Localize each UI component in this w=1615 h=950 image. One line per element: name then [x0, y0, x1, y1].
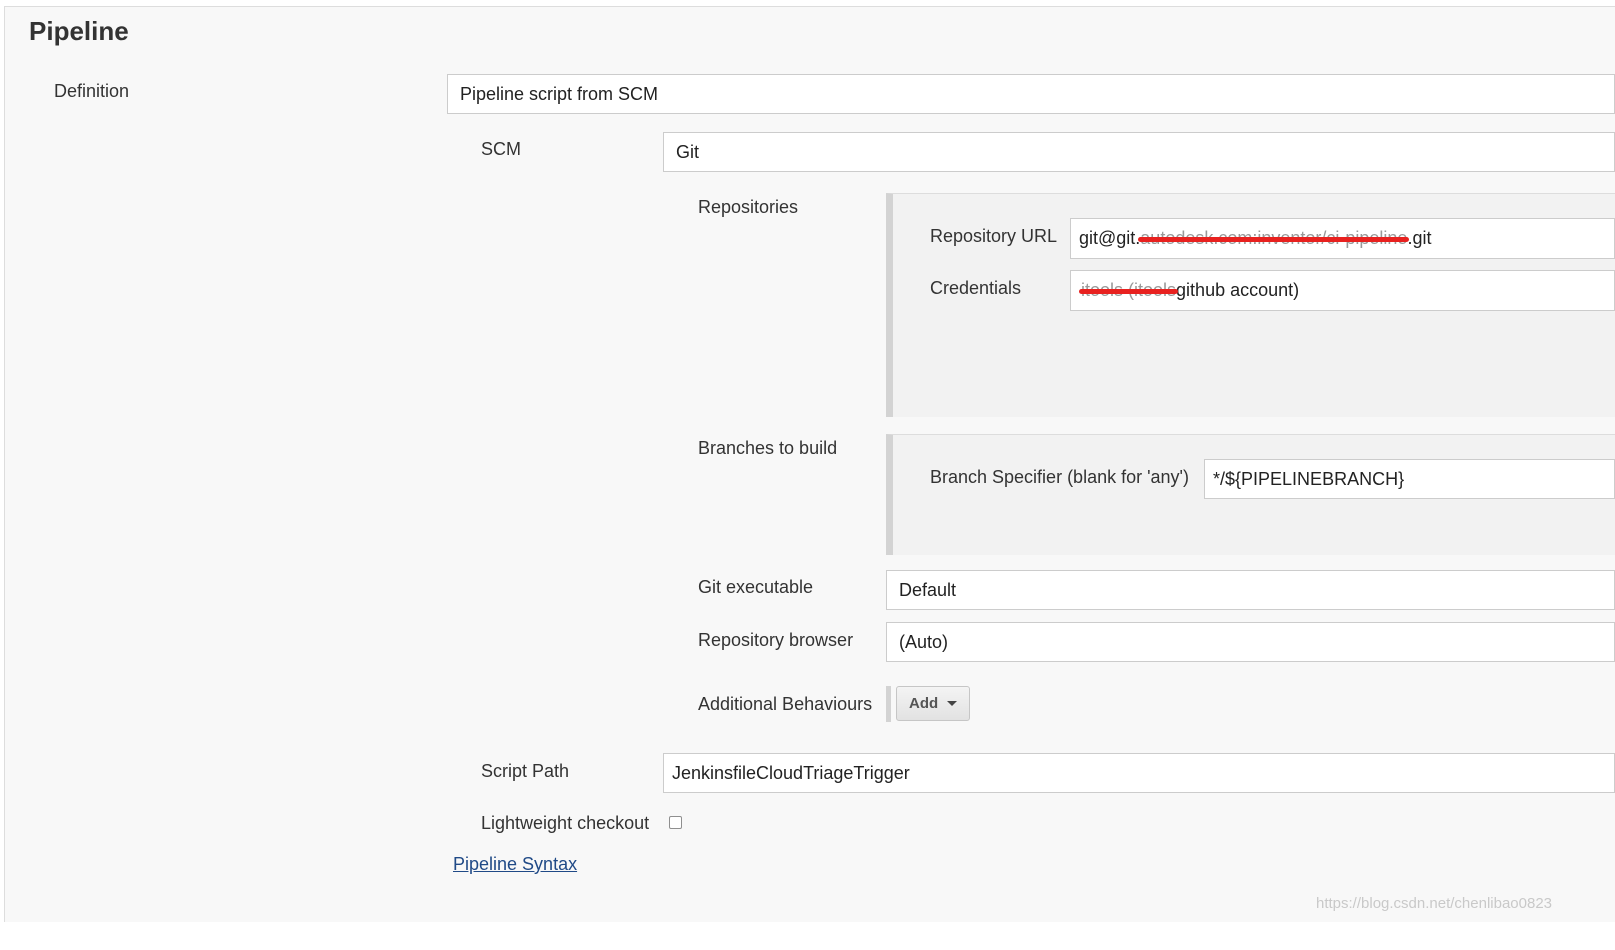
git-executable-select[interactable]: Default: [886, 570, 1615, 610]
repository-browser-select[interactable]: (Auto): [886, 622, 1615, 662]
additional-behaviours-label: Additional Behaviours: [698, 694, 873, 714]
page: Pipeline Definition Pipeline script from…: [0, 0, 1615, 950]
repository-url-label: Repository URL: [930, 226, 1058, 246]
add-button-label: Add: [909, 695, 939, 712]
scm-label: SCM: [481, 139, 521, 159]
definition-value: Pipeline script from SCM: [460, 83, 659, 104]
branches-label: Branches to build: [698, 438, 838, 458]
branch-specifier-label: Branch Specifier (blank for 'any'): [930, 467, 1189, 487]
branch-specifier-value: */${PIPELINEBRANCH}: [1213, 468, 1405, 489]
credentials-label: Credentials: [930, 278, 1022, 298]
git-executable-label: Git executable: [698, 577, 814, 597]
definition-select[interactable]: Pipeline script from SCM: [447, 74, 1615, 114]
script-path-label: Script Path: [481, 761, 570, 781]
scm-select[interactable]: Git: [663, 132, 1615, 172]
repository-browser-label: Repository browser: [698, 630, 854, 650]
credentials-suffix: github account): [1176, 280, 1300, 300]
pipeline-syntax-link[interactable]: Pipeline Syntax: [453, 854, 577, 875]
script-path-value: JenkinsfileCloudTriageTrigger: [672, 762, 910, 783]
repository-url-input[interactable]: git@git. autodesk.com:inventor/ci-pipelin…: [1070, 218, 1615, 259]
definition-label: Definition: [54, 81, 130, 101]
repository-browser-value: (Auto): [899, 631, 949, 652]
repository-url-redacted: autodesk.com:inventor/ci-pipeline: [1138, 228, 1410, 248]
credentials-select[interactable]: itools (itools github account): [1070, 270, 1615, 311]
repository-url-prefix: git@git.: [1079, 228, 1141, 248]
credentials-redacted: itools (itools: [1078, 280, 1179, 300]
watermark-text: https://blog.csdn.net/chenlibao0823: [1316, 895, 1553, 912]
section-title: Pipeline: [29, 16, 129, 46]
additional-behaviours-bar: [886, 686, 891, 722]
add-behaviour-button[interactable]: Add: [896, 686, 971, 721]
lightweight-checkout-label: Lightweight checkout: [481, 813, 650, 833]
scm-value: Git: [676, 141, 700, 162]
caret-down-icon: [947, 701, 958, 706]
lightweight-checkout-checkbox[interactable]: [669, 816, 682, 829]
repository-url-suffix: .git: [1407, 228, 1432, 248]
repositories-label: Repositories: [698, 197, 799, 217]
script-path-input[interactable]: JenkinsfileCloudTriageTrigger: [663, 753, 1615, 793]
git-executable-value: Default: [899, 579, 957, 600]
branch-specifier-input[interactable]: */${PIPELINEBRANCH}: [1204, 459, 1615, 499]
